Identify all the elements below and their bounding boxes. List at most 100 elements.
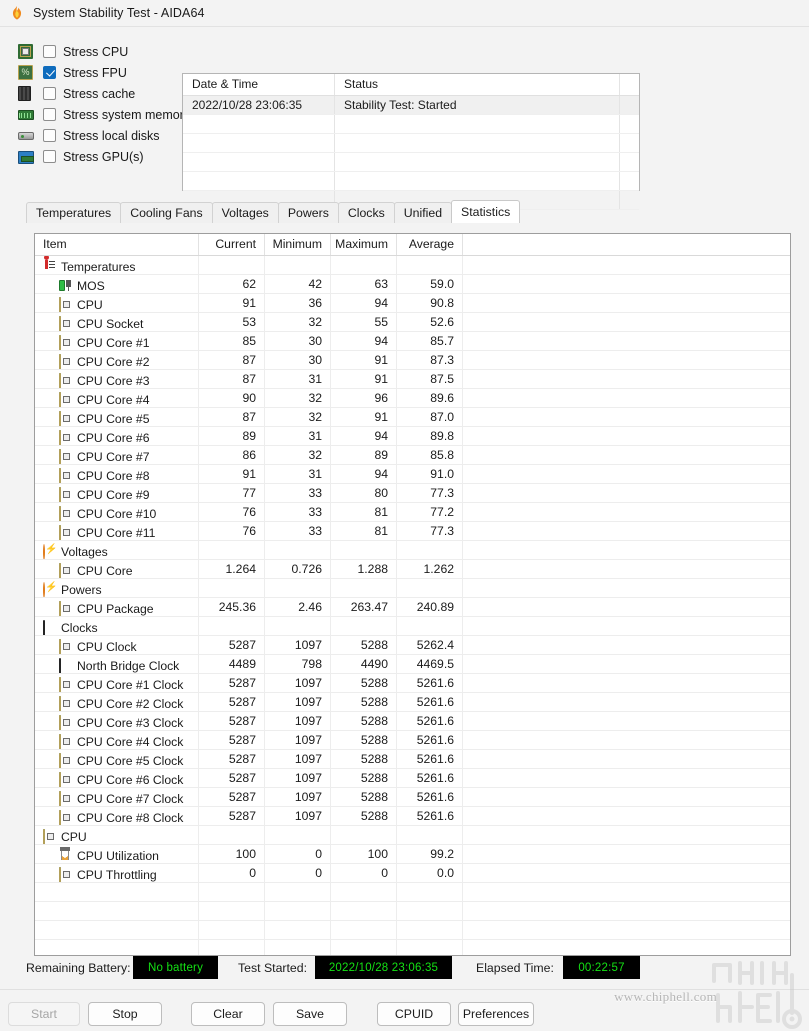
tab-cooling-fans[interactable]: Cooling Fans <box>120 202 213 223</box>
hard-disk-icon <box>18 128 35 144</box>
log-row[interactable]: 2022/10/28 23:06:35 Stability Test: Start… <box>183 96 639 115</box>
statistics-cell-spacer <box>463 427 790 445</box>
statistics-cell-current: 5287 <box>199 693 265 711</box>
statistics-row[interactable]: CPU Core #7 86 32 89 85.8 <box>35 446 790 465</box>
statistics-cell-average <box>397 541 463 559</box>
statistics-cell-average: 5261.6 <box>397 693 463 711</box>
statistics-row[interactable]: CPU Core #6 Clock 5287 1097 5288 5261.6 <box>35 769 790 788</box>
statistics-row[interactable]: CPU Core #3 Clock 5287 1097 5288 5261.6 <box>35 712 790 731</box>
stat-column-current[interactable]: Current <box>199 234 265 255</box>
statistics-row[interactable]: CPU Core #8 Clock 5287 1097 5288 5261.6 <box>35 807 790 826</box>
statistics-row[interactable]: CPU Core #4 90 32 96 89.6 <box>35 389 790 408</box>
statistics-cell-average: 77.2 <box>397 503 463 521</box>
tab-voltages[interactable]: Voltages <box>211 202 279 223</box>
statistics-row[interactable]: CPU Package 245.36 2.46 263.47 240.89 <box>35 598 790 617</box>
statistics-group-row[interactable]: Voltages <box>35 541 790 560</box>
tab-powers[interactable]: Powers <box>277 202 339 223</box>
statistics-row[interactable]: CPU Core #3 87 31 91 87.5 <box>35 370 790 389</box>
log-cell-empty <box>335 153 620 171</box>
statistics-item-label: Voltages <box>61 544 108 559</box>
chip-icon <box>59 392 73 407</box>
status-log-list[interactable]: Date & Time Status 2022/10/28 23:06:35 St… <box>182 73 640 210</box>
statistics-row[interactable]: CPU Clock 5287 1097 5288 5262.4 <box>35 636 790 655</box>
statistics-row[interactable]: North Bridge Clock 4489 798 4490 4469.5 <box>35 655 790 674</box>
statistics-cell-item: CPU Core #1 Clock <box>35 674 199 692</box>
stop-button[interactable]: Stop <box>88 1002 162 1026</box>
statistics-cell-item: CPU Core #9 <box>35 484 199 502</box>
statistics-row[interactable]: CPU Core #1 Clock 5287 1097 5288 5261.6 <box>35 674 790 693</box>
stress-option-row[interactable]: Stress GPU(s) <box>18 146 178 167</box>
stress-option-checkbox[interactable] <box>43 150 56 163</box>
log-cell-empty <box>183 134 335 152</box>
stat-column-maximum[interactable]: Maximum <box>331 234 397 255</box>
statistics-cell-item: North Bridge Clock <box>35 655 199 673</box>
save-button[interactable]: Save <box>273 1002 347 1026</box>
statistics-group-row[interactable]: CPU <box>35 826 790 845</box>
stat-column-minimum[interactable]: Minimum <box>265 234 331 255</box>
statistics-cell-maximum: 91 <box>331 351 397 369</box>
statistics-cell-average: 59.0 <box>397 275 463 293</box>
tab-temperatures[interactable]: Temperatures <box>26 202 122 223</box>
statistics-row[interactable]: CPU 91 36 94 90.8 <box>35 294 790 313</box>
statistics-table[interactable]: Item Current Minimum Maximum Average Tem… <box>34 233 791 956</box>
statistics-row[interactable]: MOS 62 42 63 59.0 <box>35 275 790 294</box>
statistics-cell-current: 77 <box>199 484 265 502</box>
statistics-row[interactable]: CPU Core #4 Clock 5287 1097 5288 5261.6 <box>35 731 790 750</box>
stress-option-row[interactable]: Stress cache <box>18 83 178 104</box>
stat-column-average[interactable]: Average <box>397 234 463 255</box>
statistics-cell-minimum: 36 <box>265 294 331 312</box>
statistics-cell-item: CPU Core #10 <box>35 503 199 521</box>
statistics-cell-item: CPU Core #3 <box>35 370 199 388</box>
stress-option-row[interactable]: Stress CPU <box>18 41 178 62</box>
stress-option-row[interactable]: % Stress FPU <box>18 62 178 83</box>
statistics-cell-item: Powers <box>35 579 199 597</box>
stress-option-row[interactable]: Stress system memory <box>18 104 190 125</box>
statistics-cell-average: 85.8 <box>397 446 463 464</box>
stress-option-checkbox[interactable] <box>43 87 56 100</box>
statistics-row[interactable]: CPU Core #6 89 31 94 89.8 <box>35 427 790 446</box>
chip-icon <box>43 829 57 844</box>
statistics-row[interactable]: CPU Socket 53 32 55 52.6 <box>35 313 790 332</box>
statistics-cell-maximum <box>331 579 397 597</box>
statistics-row[interactable]: CPU Core #7 Clock 5287 1097 5288 5261.6 <box>35 788 790 807</box>
stat-column-spacer <box>463 234 790 255</box>
log-cell-empty <box>183 153 335 171</box>
stress-option-checkbox[interactable] <box>43 129 56 142</box>
statistics-row[interactable]: CPU Core #5 87 32 91 87.0 <box>35 408 790 427</box>
statistics-cell-maximum: 5288 <box>331 750 397 768</box>
preferences-button[interactable]: Preferences <box>458 1002 534 1026</box>
tab-clocks[interactable]: Clocks <box>337 202 395 223</box>
statistics-cell-maximum: 263.47 <box>331 598 397 616</box>
cpuid-button[interactable]: CPUID <box>377 1002 451 1026</box>
stress-option-checkbox[interactable] <box>43 108 56 121</box>
tab-unified[interactable]: Unified <box>393 202 453 223</box>
statistics-row[interactable]: CPU Core #2 87 30 91 87.3 <box>35 351 790 370</box>
stat-column-item[interactable]: Item <box>35 234 199 255</box>
stress-option-checkbox[interactable] <box>43 45 56 58</box>
statistics-row[interactable]: CPU Throttling 0 0 0 0.0 <box>35 864 790 883</box>
statistics-row[interactable]: CPU Core #8 91 31 94 91.0 <box>35 465 790 484</box>
statistics-row[interactable]: CPU Core 1.264 0.726 1.288 1.262 <box>35 560 790 579</box>
statistics-group-row[interactable]: Temperatures <box>35 256 790 275</box>
statistics-cell-minimum: 1097 <box>265 693 331 711</box>
clear-button[interactable]: Clear <box>191 1002 265 1026</box>
statistics-group-row[interactable]: Clocks <box>35 617 790 636</box>
stress-option-row[interactable]: Stress local disks <box>18 125 178 146</box>
statistics-cell-minimum: 32 <box>265 408 331 426</box>
statistics-cell-current: 5287 <box>199 731 265 749</box>
statistics-row[interactable]: CPU Core #5 Clock 5287 1097 5288 5261.6 <box>35 750 790 769</box>
statistics-group-row[interactable]: Powers <box>35 579 790 598</box>
test-started-value: 2022/10/28 23:06:35 <box>315 956 452 979</box>
statistics-cell-spacer <box>463 560 790 578</box>
thermometer-icon <box>43 256 57 273</box>
tab-statistics[interactable]: Statistics <box>451 200 521 223</box>
log-cell-empty <box>335 115 620 133</box>
statistics-row[interactable]: CPU Core #10 76 33 81 77.2 <box>35 503 790 522</box>
statistics-row[interactable]: CPU Core #11 76 33 81 77.3 <box>35 522 790 541</box>
statistics-row[interactable]: CPU Core #1 85 30 94 85.7 <box>35 332 790 351</box>
statistics-row[interactable]: CPU Core #2 Clock 5287 1097 5288 5261.6 <box>35 693 790 712</box>
stress-option-checkbox[interactable] <box>43 66 56 79</box>
statistics-row[interactable]: CPU Core #9 77 33 80 77.3 <box>35 484 790 503</box>
statistics-row[interactable]: CPU Utilization 100 0 100 99.2 <box>35 845 790 864</box>
statistics-cell-empty <box>331 883 397 901</box>
